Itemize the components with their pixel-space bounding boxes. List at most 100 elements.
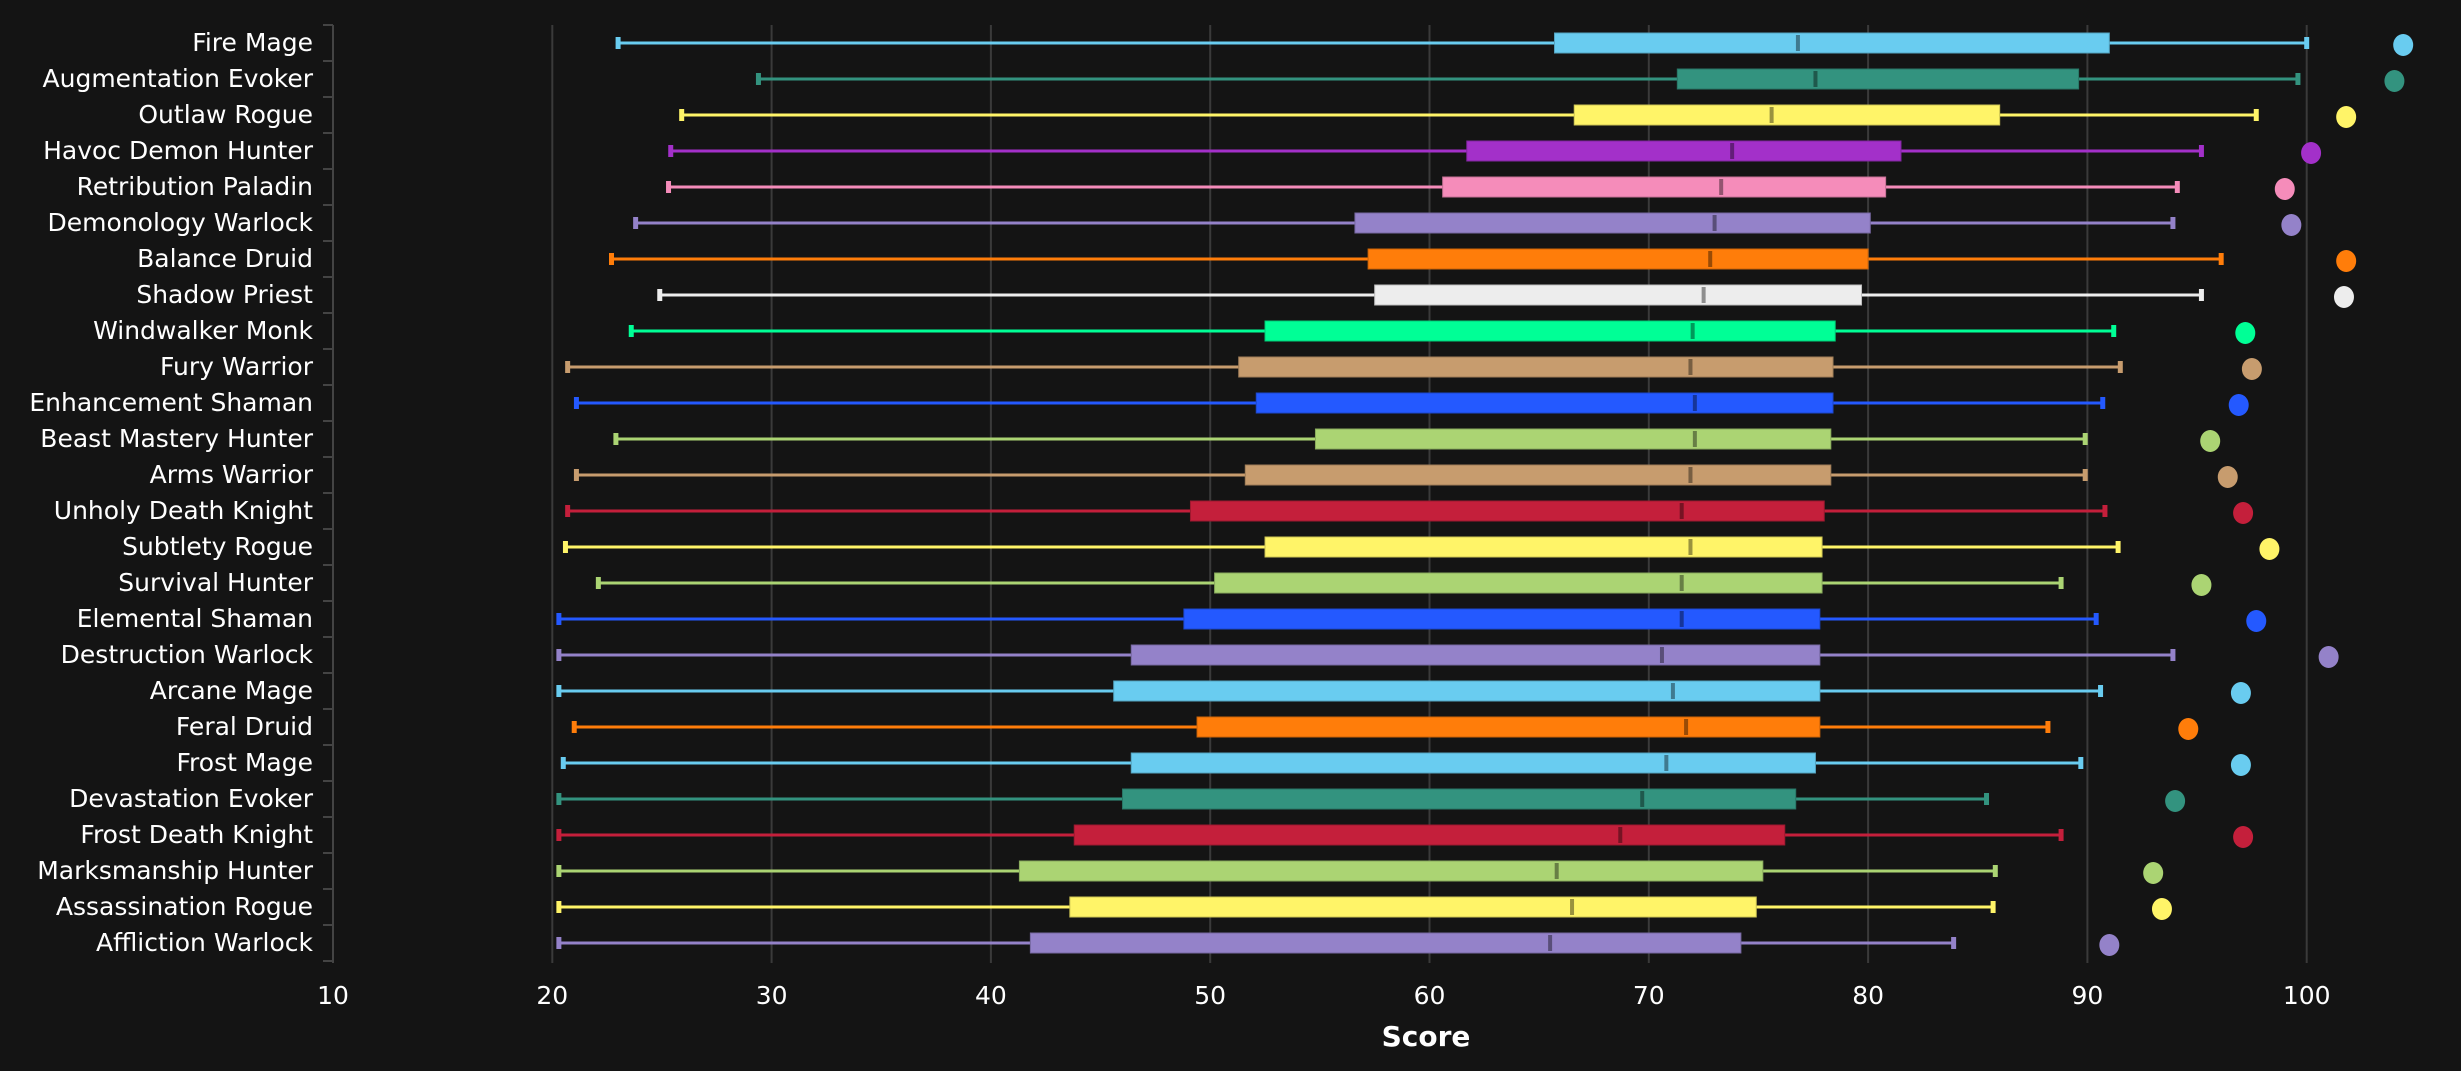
iqr-box (1130, 752, 1816, 774)
iqr-box (1314, 428, 1832, 450)
top-score-point (2336, 106, 2357, 128)
iqr-box (1255, 392, 1834, 414)
category-label: Retribution Paladin (77, 172, 313, 201)
grid-lines (551, 25, 2308, 963)
category-label: Outlaw Rogue (138, 100, 313, 129)
iqr-box (1374, 284, 1863, 306)
top-score-point (2274, 178, 2295, 200)
category-label: Destruction Warlock (61, 640, 314, 669)
category-label: Arcane Mage (150, 676, 313, 705)
box-windwalker-monk (628, 320, 2256, 344)
box-outlaw-rogue (679, 104, 2357, 128)
category-label: Fire Mage (192, 28, 313, 57)
iqr-box (1189, 500, 1825, 522)
top-score-point (2384, 70, 2405, 92)
category-label: Windwalker Monk (93, 316, 313, 345)
category-label: Survival Hunter (118, 568, 313, 597)
top-score-point (2233, 826, 2254, 848)
category-label: Affliction Warlock (96, 928, 314, 957)
box-marksmanship-hunter (556, 860, 2164, 884)
box-assassination-rogue (556, 896, 2172, 920)
top-score-point (2099, 934, 2120, 956)
category-label: Demonology Warlock (48, 208, 314, 237)
x-tick-label: 80 (1852, 981, 1884, 1010)
box-feral-druid (571, 716, 2199, 740)
top-score-point (2143, 862, 2164, 884)
box-arms-warrior (573, 464, 2238, 488)
category-label: Unholy Death Knight (54, 496, 313, 525)
x-tick-label: 70 (1633, 981, 1665, 1010)
iqr-box (1196, 716, 1821, 738)
top-score-point (2318, 646, 2339, 668)
iqr-box (1466, 140, 1902, 162)
iqr-box (1018, 860, 1764, 882)
iqr-box (1244, 464, 1832, 486)
box-affliction-warlock (556, 932, 2120, 956)
category-label: Frost Mage (177, 748, 314, 777)
top-score-point (2333, 286, 2354, 308)
top-score-point (2200, 430, 2221, 452)
y-axis (323, 24, 334, 963)
iqr-box (1073, 824, 1786, 846)
iqr-box (1121, 788, 1797, 810)
iqr-box (1367, 248, 1869, 270)
iqr-box (1354, 212, 1871, 234)
category-label: Devastation Evoker (69, 784, 314, 813)
box-arcane-mage (556, 680, 2251, 704)
box-elemental-shaman (556, 608, 2267, 632)
category-label: Augmentation Evoker (43, 64, 314, 93)
box-destruction-warlock (556, 644, 2339, 668)
box-havoc-demon-hunter (668, 140, 2322, 164)
top-score-point (2235, 322, 2256, 344)
top-score-point (2230, 682, 2251, 704)
category-label: Balance Druid (137, 244, 313, 273)
top-score-point (2246, 610, 2267, 632)
boxes (556, 32, 2414, 956)
iqr-box (1029, 932, 1742, 954)
top-score-point (2301, 142, 2322, 164)
iqr-box (1676, 68, 2080, 90)
x-tick-label: 90 (2071, 981, 2103, 1010)
box-augmentation-evoker (755, 68, 2405, 92)
iqr-box (1573, 104, 2001, 126)
box-fire-mage (615, 32, 2414, 56)
top-score-point (2217, 466, 2238, 488)
box-devastation-evoker (556, 788, 2186, 812)
iqr-box (1238, 356, 1834, 378)
box-frost-death-knight (556, 824, 2254, 848)
box-beast-mastery-hunter (613, 428, 2221, 452)
iqr-box (1442, 176, 1887, 198)
category-label: Assassination Rogue (56, 892, 313, 921)
box-unholy-death-knight (565, 500, 2254, 524)
iqr-box (1264, 536, 1823, 558)
x-tick-label: 20 (536, 981, 568, 1010)
category-label: Subtlety Rogue (122, 532, 313, 561)
x-tick-label: 60 (1414, 981, 1446, 1010)
top-score-point (2281, 214, 2302, 236)
box-balance-druid (609, 248, 2357, 272)
iqr-box (1214, 572, 1823, 594)
x-tick-label: 100 (2283, 981, 2331, 1010)
box-retribution-paladin (666, 176, 2295, 200)
top-score-point (2233, 502, 2254, 524)
top-score-point (2151, 898, 2172, 920)
x-tick-label: 40 (975, 981, 1007, 1010)
iqr-box (1069, 896, 1757, 918)
iqr-box (1264, 320, 1836, 342)
category-label: Shadow Priest (136, 280, 313, 309)
box-demonology-warlock (633, 212, 2302, 236)
box-plot-chart: Fire Mage Augmentation Evoker Outlaw Rogue… (29, 24, 2414, 1053)
top-score-point (2228, 394, 2249, 416)
box-shadow-priest (657, 284, 2354, 308)
box-fury-warrior (565, 356, 2262, 380)
top-score-point (2393, 34, 2414, 56)
x-axis-title: Score (1382, 1020, 1471, 1053)
iqr-box (1554, 32, 2110, 54)
box-survival-hunter (595, 572, 2212, 596)
iqr-box (1130, 644, 1821, 666)
top-score-point (2259, 538, 2280, 560)
category-label: Fury Warrior (160, 352, 314, 381)
x-tick-label: 50 (1194, 981, 1226, 1010)
top-score-point (2191, 574, 2212, 596)
category-label: Havoc Demon Hunter (43, 136, 314, 165)
